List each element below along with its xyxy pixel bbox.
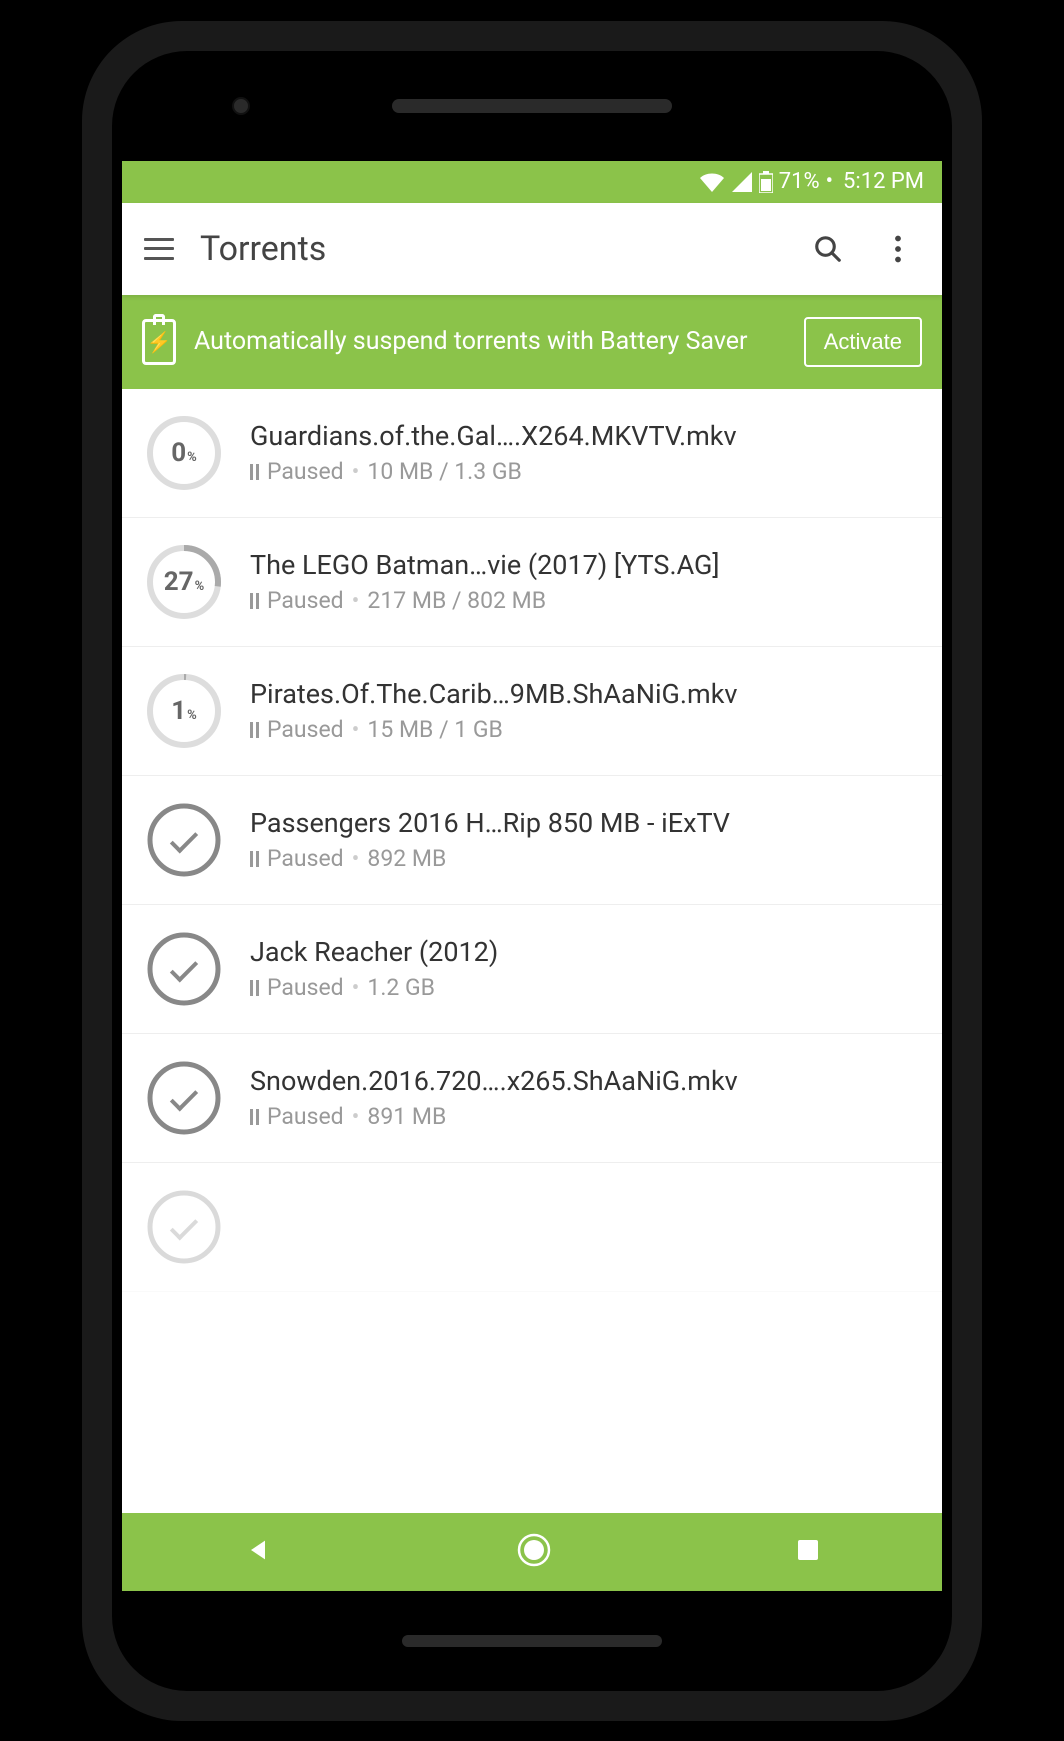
- nav-home-button[interactable]: [517, 1533, 551, 1571]
- torrent-info: Jack Reacher (2012) Paused•1.2 GB: [250, 936, 920, 1001]
- torrent-item[interactable]: 1% Pirates.Of.The.Carib…9MB.ShAaNiG.mkv …: [122, 647, 942, 776]
- torrent-info: Passengers 2016 H…Rip 850 MB - iExTV Pau…: [250, 807, 920, 872]
- torrent-item[interactable]: [122, 1163, 942, 1292]
- nav-bar: [122, 1513, 942, 1591]
- torrent-status: Paused•891 MB: [250, 1103, 920, 1130]
- status-time: 5:12 PM: [843, 169, 924, 194]
- phone-frame: 71% • 5:12 PM Torrents Automatically sus…: [82, 21, 982, 1721]
- torrent-item[interactable]: Jack Reacher (2012) Paused•1.2 GB: [122, 905, 942, 1034]
- progress-ring: [144, 1058, 224, 1138]
- search-button[interactable]: [806, 227, 850, 271]
- phone-top: [112, 51, 952, 161]
- torrent-title: Guardians.of.the.Gal….X264.MKVTV.mkv: [250, 420, 920, 452]
- pause-icon: [250, 980, 259, 996]
- earpiece-speaker: [392, 99, 672, 113]
- torrent-list[interactable]: 0% Guardians.of.the.Gal….X264.MKVTV.mkv …: [122, 389, 942, 1513]
- torrent-status: Paused•10 MB / 1.3 GB: [250, 458, 920, 485]
- menu-icon[interactable]: [144, 238, 174, 260]
- progress-ring: 0%: [144, 413, 224, 493]
- bottom-speaker: [402, 1635, 662, 1647]
- pause-icon: [250, 464, 259, 480]
- back-triangle-icon: [244, 1536, 272, 1564]
- battery-saver-icon: [142, 319, 176, 365]
- progress-label: 27%: [164, 567, 204, 597]
- status-bar: 71% • 5:12 PM: [122, 161, 942, 203]
- nav-recent-button[interactable]: [796, 1538, 820, 1566]
- pause-icon: [250, 593, 259, 609]
- progress-ring: [144, 800, 224, 880]
- torrent-title: Passengers 2016 H…Rip 850 MB - iExTV: [250, 807, 920, 839]
- progress-ring: [144, 929, 224, 1009]
- more-vert-icon: [894, 235, 902, 263]
- torrent-status: Paused•892 MB: [250, 845, 920, 872]
- torrent-title: Jack Reacher (2012): [250, 936, 920, 968]
- pause-icon: [250, 1109, 259, 1125]
- battery-saver-banner: Automatically suspend torrents with Batt…: [122, 295, 942, 389]
- wifi-icon: [699, 172, 725, 192]
- torrent-info: Pirates.Of.The.Carib…9MB.ShAaNiG.mkv Pau…: [250, 678, 920, 743]
- cell-signal-icon: [731, 172, 753, 192]
- progress-ring: 1%: [144, 671, 224, 751]
- battery-icon: [759, 171, 773, 193]
- torrent-item[interactable]: Passengers 2016 H…Rip 850 MB - iExTV Pau…: [122, 776, 942, 905]
- recent-square-icon: [796, 1538, 820, 1562]
- banner-text: Automatically suspend torrents with Batt…: [194, 326, 786, 357]
- phone-bottom: [112, 1591, 952, 1691]
- progress-label: 0%: [171, 438, 197, 468]
- screen: 71% • 5:12 PM Torrents Automatically sus…: [122, 161, 942, 1591]
- torrent-status: Paused•217 MB / 802 MB: [250, 587, 920, 614]
- camera-dot: [232, 97, 250, 115]
- page-title: Torrents: [200, 229, 780, 269]
- torrent-status: Paused•1.2 GB: [250, 974, 920, 1001]
- torrent-status: Paused•15 MB / 1 GB: [250, 716, 920, 743]
- status-separator: •: [826, 169, 833, 194]
- search-icon: [813, 234, 843, 264]
- app-bar: Torrents: [122, 203, 942, 295]
- pause-icon: [250, 722, 259, 738]
- torrent-title: Snowden.2016.720….x265.ShAaNiG.mkv: [250, 1065, 920, 1097]
- torrent-item[interactable]: 27% The LEGO Batman…vie (2017) [YTS.AG] …: [122, 518, 942, 647]
- progress-ring: 27%: [144, 542, 224, 622]
- torrent-info: The LEGO Batman…vie (2017) [YTS.AG] Paus…: [250, 549, 920, 614]
- nav-back-button[interactable]: [244, 1536, 272, 1568]
- torrent-title: Pirates.Of.The.Carib…9MB.ShAaNiG.mkv: [250, 678, 920, 710]
- activate-button[interactable]: Activate: [804, 317, 922, 367]
- pause-icon: [250, 851, 259, 867]
- progress-ring: [144, 1187, 224, 1267]
- torrent-info: Guardians.of.the.Gal….X264.MKVTV.mkv Pau…: [250, 420, 920, 485]
- phone-inner: 71% • 5:12 PM Torrents Automatically sus…: [112, 51, 952, 1691]
- progress-label: 1%: [171, 696, 197, 726]
- torrent-title: The LEGO Batman…vie (2017) [YTS.AG]: [250, 549, 920, 581]
- overflow-menu-button[interactable]: [876, 227, 920, 271]
- torrent-item[interactable]: 0% Guardians.of.the.Gal….X264.MKVTV.mkv …: [122, 389, 942, 518]
- home-circle-icon: [517, 1533, 551, 1567]
- torrent-item[interactable]: Snowden.2016.720….x265.ShAaNiG.mkv Pause…: [122, 1034, 942, 1163]
- torrent-info: Snowden.2016.720….x265.ShAaNiG.mkv Pause…: [250, 1065, 920, 1130]
- battery-percent: 71%: [779, 169, 820, 194]
